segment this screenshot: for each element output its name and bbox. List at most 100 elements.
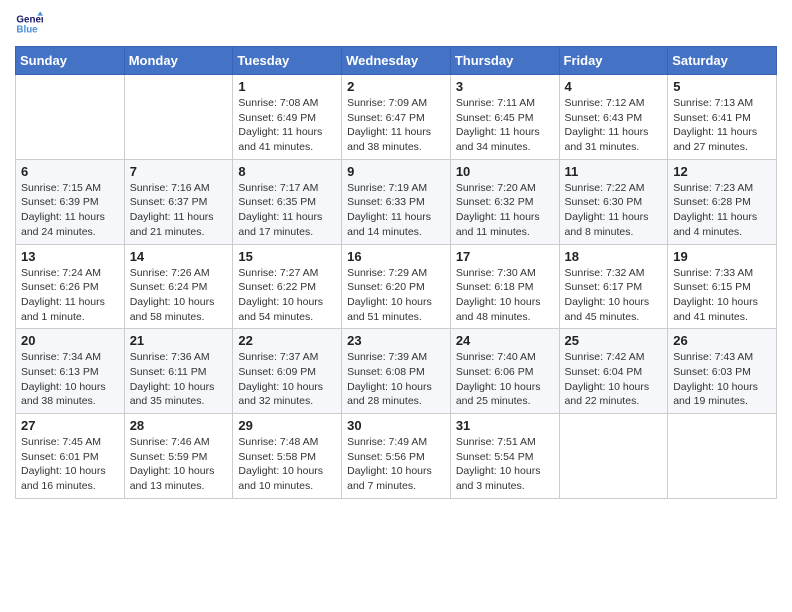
day-number: 12 [673,164,771,179]
calendar-cell: 10Sunrise: 7:20 AM Sunset: 6:32 PM Dayli… [450,159,559,244]
day-info: Sunrise: 7:37 AM Sunset: 6:09 PM Dayligh… [238,350,336,409]
day-number: 21 [130,333,228,348]
day-number: 9 [347,164,445,179]
calendar-cell: 17Sunrise: 7:30 AM Sunset: 6:18 PM Dayli… [450,244,559,329]
calendar-cell: 23 Sunrise: 7:39 AM Sunset: 6:08 PM Dayli… [342,329,451,414]
day-info: Sunrise: 7:34 AM Sunset: 6:13 PM Dayligh… [21,350,119,409]
day-number: 20 [21,333,119,348]
calendar-cell [124,75,233,160]
day-number: 17 [456,249,554,264]
day-number: 8 [238,164,336,179]
calendar-cell: 12 Sunrise: 7:23 AM Sunset: 6:28 PM Dayli… [668,159,777,244]
calendar-cell: 14Sunrise: 7:26 AM Sunset: 6:24 PM Dayli… [124,244,233,329]
calendar-cell: 16 Sunrise: 7:29 AM Sunset: 6:20 PM Dayli… [342,244,451,329]
day-info: Sunrise: 7:27 AM Sunset: 6:22 PM Dayligh… [238,266,336,325]
day-number: 24 [456,333,554,348]
calendar-table: SundayMondayTuesdayWednesdayThursdayFrid… [15,46,777,499]
day-number: 1 [238,79,336,94]
day-number: 10 [456,164,554,179]
calendar-cell: 13 Sunrise: 7:24 AM Sunset: 6:26 PM Dayli… [16,244,125,329]
calendar-week-row: 6Sunrise: 7:15 AM Sunset: 6:39 PM Daylig… [16,159,777,244]
calendar-cell: 22 Sunrise: 7:37 AM Sunset: 6:09 PM Dayli… [233,329,342,414]
calendar-cell: 15 Sunrise: 7:27 AM Sunset: 6:22 PM Dayli… [233,244,342,329]
day-info: Sunrise: 7:09 AM Sunset: 6:47 PM Dayligh… [347,96,445,155]
weekday-header: Thursday [450,47,559,75]
day-info: Sunrise: 7:36 AM Sunset: 6:11 PM Dayligh… [130,350,228,409]
calendar-cell: 2 Sunrise: 7:09 AM Sunset: 6:47 PM Daylig… [342,75,451,160]
calendar-cell: 18 Sunrise: 7:32 AM Sunset: 6:17 PM Dayli… [559,244,668,329]
day-number: 4 [565,79,663,94]
weekday-header: Monday [124,47,233,75]
calendar-cell: 28 Sunrise: 7:46 AM Sunset: 5:59 PM Dayli… [124,414,233,499]
day-info: Sunrise: 7:26 AM Sunset: 6:24 PM Dayligh… [130,266,228,325]
calendar-cell: 21 Sunrise: 7:36 AM Sunset: 6:11 PM Dayli… [124,329,233,414]
day-number: 6 [21,164,119,179]
day-number: 23 [347,333,445,348]
day-info: Sunrise: 7:43 AM Sunset: 6:03 PM Dayligh… [673,350,771,409]
day-number: 19 [673,249,771,264]
day-number: 13 [21,249,119,264]
calendar-cell [559,414,668,499]
page-header: General Blue [15,10,777,38]
calendar-cell: 6Sunrise: 7:15 AM Sunset: 6:39 PM Daylig… [16,159,125,244]
day-number: 3 [456,79,554,94]
day-number: 5 [673,79,771,94]
day-info: Sunrise: 7:48 AM Sunset: 5:58 PM Dayligh… [238,435,336,494]
day-info: Sunrise: 7:16 AM Sunset: 6:37 PM Dayligh… [130,181,228,240]
calendar-cell: 11 Sunrise: 7:22 AM Sunset: 6:30 PM Dayli… [559,159,668,244]
weekday-header: Wednesday [342,47,451,75]
svg-text:Blue: Blue [16,24,38,35]
day-info: Sunrise: 7:33 AM Sunset: 6:15 PM Dayligh… [673,266,771,325]
calendar-week-row: 27 Sunrise: 7:45 AM Sunset: 6:01 PM Dayli… [16,414,777,499]
day-info: Sunrise: 7:29 AM Sunset: 6:20 PM Dayligh… [347,266,445,325]
day-number: 18 [565,249,663,264]
day-info: Sunrise: 7:45 AM Sunset: 6:01 PM Dayligh… [21,435,119,494]
calendar-week-row: 13 Sunrise: 7:24 AM Sunset: 6:26 PM Dayli… [16,244,777,329]
day-number: 26 [673,333,771,348]
calendar-cell [668,414,777,499]
day-info: Sunrise: 7:23 AM Sunset: 6:28 PM Dayligh… [673,181,771,240]
day-info: Sunrise: 7:13 AM Sunset: 6:41 PM Dayligh… [673,96,771,155]
day-number: 16 [347,249,445,264]
day-info: Sunrise: 7:46 AM Sunset: 5:59 PM Dayligh… [130,435,228,494]
calendar-cell: 25 Sunrise: 7:42 AM Sunset: 6:04 PM Dayli… [559,329,668,414]
calendar-cell: 27 Sunrise: 7:45 AM Sunset: 6:01 PM Dayli… [16,414,125,499]
day-number: 22 [238,333,336,348]
calendar-cell: 29 Sunrise: 7:48 AM Sunset: 5:58 PM Dayli… [233,414,342,499]
logo: General Blue [15,10,47,38]
calendar-cell: 9Sunrise: 7:19 AM Sunset: 6:33 PM Daylig… [342,159,451,244]
calendar-cell: 26 Sunrise: 7:43 AM Sunset: 6:03 PM Dayli… [668,329,777,414]
calendar-week-row: 1Sunrise: 7:08 AM Sunset: 6:49 PM Daylig… [16,75,777,160]
calendar-cell: 20 Sunrise: 7:34 AM Sunset: 6:13 PM Dayli… [16,329,125,414]
calendar-cell: 31Sunrise: 7:51 AM Sunset: 5:54 PM Dayli… [450,414,559,499]
logo-icon: General Blue [15,10,43,38]
day-info: Sunrise: 7:22 AM Sunset: 6:30 PM Dayligh… [565,181,663,240]
day-info: Sunrise: 7:49 AM Sunset: 5:56 PM Dayligh… [347,435,445,494]
calendar-cell: 7 Sunrise: 7:16 AM Sunset: 6:37 PM Daylig… [124,159,233,244]
day-number: 7 [130,164,228,179]
day-info: Sunrise: 7:42 AM Sunset: 6:04 PM Dayligh… [565,350,663,409]
day-info: Sunrise: 7:39 AM Sunset: 6:08 PM Dayligh… [347,350,445,409]
day-info: Sunrise: 7:12 AM Sunset: 6:43 PM Dayligh… [565,96,663,155]
calendar-cell: 19 Sunrise: 7:33 AM Sunset: 6:15 PM Dayli… [668,244,777,329]
weekday-header: Tuesday [233,47,342,75]
calendar-cell [16,75,125,160]
day-info: Sunrise: 7:51 AM Sunset: 5:54 PM Dayligh… [456,435,554,494]
day-info: Sunrise: 7:32 AM Sunset: 6:17 PM Dayligh… [565,266,663,325]
calendar-cell: 3 Sunrise: 7:11 AM Sunset: 6:45 PM Daylig… [450,75,559,160]
calendar-week-row: 20 Sunrise: 7:34 AM Sunset: 6:13 PM Dayli… [16,329,777,414]
day-number: 27 [21,418,119,433]
day-info: Sunrise: 7:11 AM Sunset: 6:45 PM Dayligh… [456,96,554,155]
weekday-header: Friday [559,47,668,75]
day-number: 25 [565,333,663,348]
day-number: 29 [238,418,336,433]
day-info: Sunrise: 7:24 AM Sunset: 6:26 PM Dayligh… [21,266,119,325]
day-number: 2 [347,79,445,94]
weekday-header: Saturday [668,47,777,75]
day-number: 28 [130,418,228,433]
calendar-cell: 5 Sunrise: 7:13 AM Sunset: 6:41 PM Daylig… [668,75,777,160]
day-number: 11 [565,164,663,179]
calendar-cell: 4 Sunrise: 7:12 AM Sunset: 6:43 PM Daylig… [559,75,668,160]
day-number: 15 [238,249,336,264]
day-info: Sunrise: 7:40 AM Sunset: 6:06 PM Dayligh… [456,350,554,409]
